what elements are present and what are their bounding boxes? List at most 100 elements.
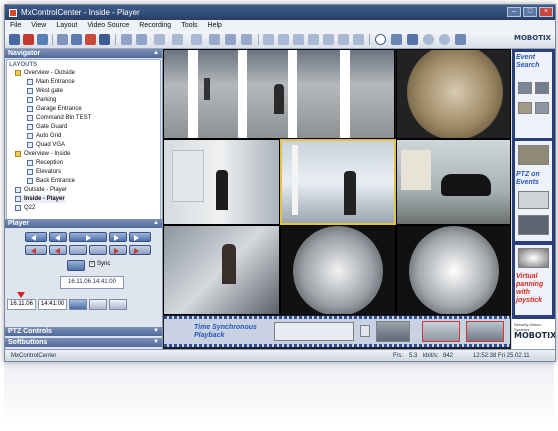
tools-icon[interactable] bbox=[225, 34, 236, 45]
split-icon[interactable] bbox=[85, 34, 96, 45]
layout-icon bbox=[15, 196, 21, 202]
globe-icon[interactable] bbox=[439, 34, 450, 45]
expand-icon[interactable]: ▼ bbox=[153, 327, 159, 336]
step-back-button[interactable] bbox=[49, 232, 67, 242]
sync-toggle[interactable]: ✓ Sync bbox=[89, 261, 110, 267]
tree-item[interactable]: Q22 bbox=[15, 204, 35, 212]
time-field[interactable]: 14:41:00 bbox=[37, 299, 68, 310]
player-header[interactable]: Player ▲ bbox=[5, 219, 162, 228]
view-icon[interactable] bbox=[121, 34, 132, 45]
menu-file[interactable]: File bbox=[5, 22, 26, 29]
tree-item[interactable]: Reception bbox=[27, 159, 63, 167]
menu-recording[interactable]: Recording bbox=[134, 22, 176, 29]
rec-forward-fast-button[interactable] bbox=[129, 245, 151, 255]
close-button[interactable]: × bbox=[539, 7, 553, 17]
display-icon[interactable] bbox=[191, 34, 202, 45]
tree-item[interactable]: Overview - Inside bbox=[15, 150, 70, 158]
skip-forward-button[interactable] bbox=[129, 232, 151, 242]
tree-item-label: Outside - Player bbox=[24, 187, 68, 193]
network-icon[interactable] bbox=[455, 34, 466, 45]
layout-icon bbox=[15, 205, 21, 211]
speaker-icon[interactable] bbox=[308, 34, 319, 45]
search-button[interactable] bbox=[89, 299, 108, 310]
play-button[interactable] bbox=[69, 232, 107, 242]
camera-view-corridor[interactable] bbox=[163, 139, 280, 225]
rec-forward-button[interactable] bbox=[109, 245, 127, 255]
camera-view-parking[interactable] bbox=[396, 139, 511, 225]
fisheye-image bbox=[409, 226, 499, 314]
menu-help[interactable]: Help bbox=[203, 22, 227, 29]
camera-view-bus[interactable] bbox=[163, 225, 280, 315]
skip-back-button[interactable] bbox=[25, 232, 47, 242]
tree-item[interactable]: Elevators bbox=[27, 168, 61, 176]
ptz-controls-header[interactable]: PTZ Controls ▼ bbox=[5, 327, 162, 336]
camera-view-fisheye-right[interactable] bbox=[396, 225, 511, 315]
step-forward-button[interactable] bbox=[109, 232, 127, 242]
link-icon[interactable] bbox=[71, 34, 82, 45]
sync-mode-icon[interactable] bbox=[67, 260, 85, 271]
monitor-icon[interactable] bbox=[172, 34, 183, 45]
expand-icon[interactable]: ▼ bbox=[153, 338, 159, 347]
tree-item-label: Elevators bbox=[36, 169, 62, 175]
print-icon[interactable] bbox=[241, 34, 252, 45]
power-icon[interactable] bbox=[375, 34, 386, 45]
document-icon[interactable] bbox=[263, 34, 274, 45]
menu-view[interactable]: View bbox=[26, 22, 51, 29]
menu-tools[interactable]: Tools bbox=[176, 22, 202, 29]
rec-back-fast-button[interactable] bbox=[25, 245, 47, 255]
rec-back-button[interactable] bbox=[49, 245, 67, 255]
settings-icon[interactable] bbox=[391, 34, 402, 45]
date-field[interactable]: 16.11.06 bbox=[7, 299, 36, 310]
softbuttons-title: Softbuttons bbox=[8, 339, 48, 346]
tree-item[interactable]: Quad VGA bbox=[27, 141, 65, 149]
edit-icon[interactable] bbox=[323, 34, 334, 45]
tree-item[interactable]: Main Entrance bbox=[27, 78, 75, 86]
goto-button[interactable] bbox=[69, 299, 88, 310]
person bbox=[274, 84, 284, 114]
sync-checkbox[interactable]: ✓ bbox=[89, 261, 95, 267]
softbuttons-header[interactable]: Softbuttons ▼ bbox=[5, 338, 162, 347]
tree-item[interactable]: Gate Guard bbox=[27, 123, 67, 131]
film-icon[interactable] bbox=[278, 34, 289, 45]
navigator-header[interactable]: Navigator ▲ bbox=[5, 49, 162, 58]
tree-item[interactable]: Garage Entrance bbox=[27, 105, 82, 113]
wrench-icon[interactable] bbox=[407, 34, 418, 45]
tree-item[interactable]: Back Entrance bbox=[27, 177, 75, 185]
tree-item[interactable]: West gate bbox=[27, 87, 63, 95]
minimize-button[interactable]: – bbox=[507, 7, 521, 17]
tree-item-label: Auto Grid bbox=[36, 133, 62, 139]
tree-item[interactable]: Inside - Player bbox=[15, 195, 65, 203]
camera-view-fisheye-left[interactable] bbox=[280, 225, 396, 315]
menu-video-source[interactable]: Video Source bbox=[82, 22, 134, 29]
tree-item[interactable]: Auto Grid bbox=[27, 132, 61, 140]
mail-icon[interactable] bbox=[293, 34, 304, 45]
maximize-button[interactable]: □ bbox=[523, 7, 537, 17]
collapse-icon[interactable]: ▲ bbox=[153, 219, 159, 228]
options-button[interactable] bbox=[109, 299, 128, 310]
tree-item[interactable]: Outside - Player bbox=[15, 186, 67, 194]
camera-icon[interactable] bbox=[57, 34, 68, 45]
video-grid bbox=[163, 49, 511, 349]
menu-layout[interactable]: Layout bbox=[51, 22, 82, 29]
record-icon[interactable] bbox=[23, 34, 34, 45]
lock-icon[interactable] bbox=[338, 34, 349, 45]
door-icon[interactable] bbox=[353, 34, 364, 45]
camera-view-lobby[interactable] bbox=[280, 139, 396, 225]
layout-icon[interactable] bbox=[136, 34, 147, 45]
export-icon[interactable] bbox=[209, 34, 220, 45]
camera-view-atrium[interactable] bbox=[163, 49, 395, 139]
layout-icon bbox=[27, 160, 33, 166]
refresh-icon[interactable] bbox=[37, 34, 48, 45]
tree-section-layouts[interactable]: LAYOUTS bbox=[9, 61, 37, 69]
window-icon[interactable] bbox=[154, 34, 165, 45]
grid-icon[interactable] bbox=[99, 34, 110, 45]
tree-item[interactable]: Command Btn TEST bbox=[27, 114, 91, 122]
save-layout-icon[interactable] bbox=[9, 34, 20, 45]
help-icon[interactable] bbox=[423, 34, 434, 45]
tree-item[interactable]: Parking bbox=[27, 96, 56, 104]
collapse-icon[interactable]: ▲ bbox=[153, 49, 159, 58]
tree-item[interactable]: Overview - Outside bbox=[15, 69, 75, 77]
rec-stop-button[interactable] bbox=[89, 245, 107, 255]
camera-view-fisheye-top[interactable] bbox=[396, 49, 511, 139]
rec-pause-button[interactable] bbox=[69, 245, 87, 255]
